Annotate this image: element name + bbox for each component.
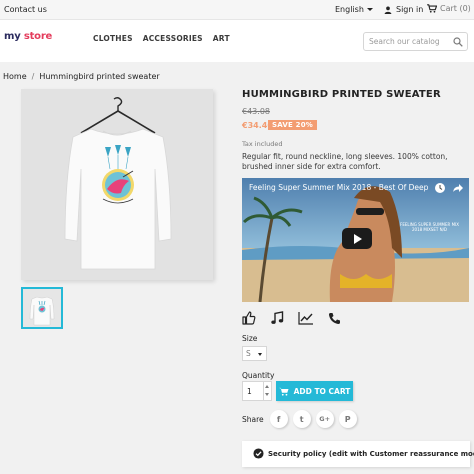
twitter-share-button[interactable]: t [292, 410, 311, 428]
breadcrumb-separator: / [31, 72, 35, 81]
store-logo[interactable]: my store [4, 31, 52, 42]
twitter-icon: t [299, 414, 304, 424]
video-play-button[interactable] [342, 228, 372, 249]
cart-icon [427, 4, 437, 13]
tax-note: Tax included [242, 140, 283, 148]
site-header: my store CLOTHES ACCESSORIES ART [0, 20, 474, 62]
phone-icon[interactable] [328, 312, 341, 325]
language-label: English [335, 5, 364, 14]
quantity-arrows [263, 382, 271, 400]
video-title[interactable]: Feeling Super Summer Mix 2018 - Best Of … [249, 183, 429, 192]
watch-later-icon[interactable] [434, 182, 446, 194]
thumbs-up-icon[interactable] [242, 311, 256, 325]
pinterest-icon: P [344, 414, 351, 424]
regular-price: €43.08 [242, 107, 270, 116]
quantity-value[interactable]: 1 [247, 387, 252, 396]
contact-us-link[interactable]: Contact us [4, 5, 47, 14]
sweater-illustration [64, 97, 172, 270]
main-nav: CLOTHES ACCESSORIES ART [93, 34, 230, 43]
sign-in-link[interactable]: Sign in [384, 5, 423, 14]
size-select[interactable]: S [242, 346, 267, 361]
facebook-icon: f [276, 414, 281, 424]
music-note-icon[interactable] [270, 311, 284, 325]
product-description: Regular fit, round neckline, long sleeve… [242, 152, 448, 171]
chevron-down-icon [258, 353, 262, 356]
sign-in-label: Sign in [396, 5, 424, 14]
logo-main-text: my [4, 31, 24, 42]
reassurance-text: Security policy (edit with Customer reas… [268, 450, 474, 458]
video-overlay-text: FEELING SUPER SUMMER MIX 2018 MIXSET N/D [400, 222, 459, 232]
chevron-down-icon [366, 8, 373, 11]
breadcrumb-home[interactable]: Home [3, 72, 27, 81]
add-to-cart-button[interactable]: ADD TO CART [276, 381, 353, 401]
product-title: HUMMINGBIRD PRINTED SWEATER [242, 89, 441, 100]
breadcrumb: Home / Hummingbird printed sweater [3, 72, 160, 81]
sweater-thumbnail-illustration [29, 296, 55, 326]
quantity-label: Quantity [242, 371, 275, 380]
share-bar: Share f t G+ P [242, 410, 357, 428]
decrement-icon[interactable] [265, 393, 269, 396]
trending-chart-icon[interactable] [298, 311, 314, 325]
reassurance-block: Security policy (edit with Customer reas… [242, 441, 474, 467]
product-main-image[interactable] [21, 89, 213, 280]
top-bar: Contact us English Sign in Cart (0) [0, 0, 474, 20]
shield-check-icon [253, 448, 264, 459]
cart-label: Cart (0) [440, 4, 471, 13]
size-select-value: S [246, 349, 251, 358]
product-video[interactable]: Feeling Super Summer Mix 2018 - Best Of … [242, 178, 469, 302]
add-to-cart-label: ADD TO CART [293, 386, 351, 396]
language-selector[interactable]: English [335, 5, 373, 14]
nav-item-clothes[interactable]: CLOTHES [93, 34, 133, 43]
discount-badge: SAVE 20% [268, 120, 317, 130]
share-label: Share [242, 414, 264, 424]
logo-accent-text: store [23, 31, 53, 42]
video-share-icon[interactable] [452, 182, 464, 194]
pinterest-share-button[interactable]: P [338, 410, 357, 428]
cart-icon [278, 387, 289, 396]
search-input[interactable] [364, 33, 446, 50]
cart-link[interactable]: Cart (0) [427, 4, 471, 13]
breadcrumb-current[interactable]: Hummingbird printed sweater [39, 72, 159, 81]
quantity-stepper[interactable]: 1 [242, 381, 272, 401]
google-plus-icon: G+ [319, 415, 331, 423]
increment-icon[interactable] [265, 385, 269, 388]
user-icon [384, 6, 392, 14]
google-plus-share-button[interactable]: G+ [315, 410, 334, 428]
nav-item-art[interactable]: ART [213, 34, 230, 43]
facebook-share-button[interactable]: f [269, 410, 288, 428]
search-box [363, 32, 468, 51]
product-thumbnail[interactable] [21, 287, 63, 329]
product-action-icons [242, 311, 341, 325]
search-icon[interactable] [453, 37, 463, 47]
nav-item-accessories[interactable]: ACCESSORIES [143, 34, 203, 43]
size-label: Size [242, 334, 258, 343]
